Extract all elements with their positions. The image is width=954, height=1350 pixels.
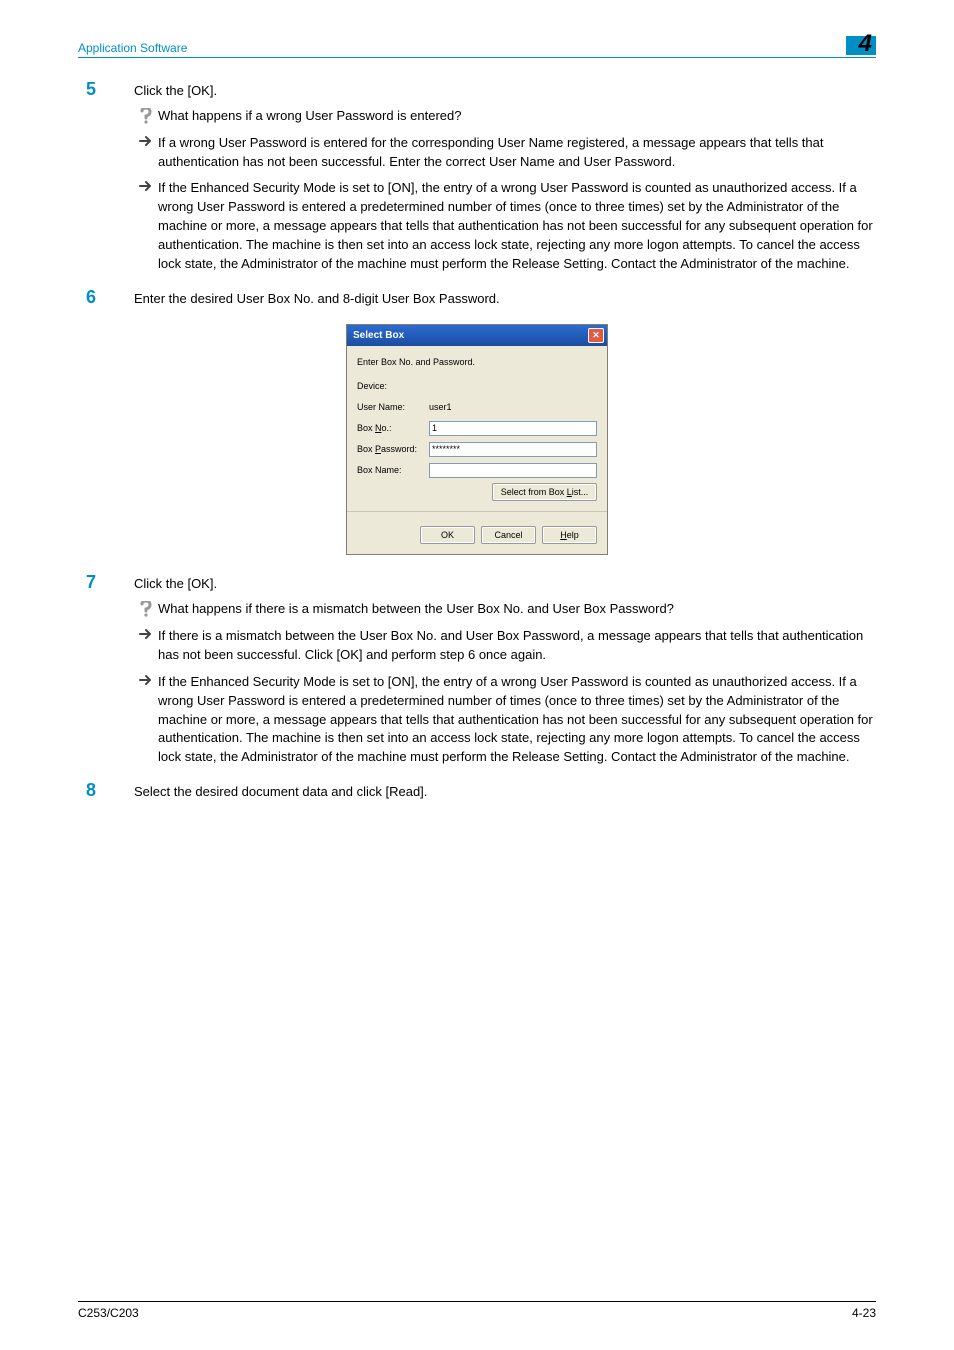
page-footer: C253/C203 4-23 <box>78 1301 876 1320</box>
dialog-title: Select Box <box>353 330 404 341</box>
box-name-input[interactable] <box>429 463 597 478</box>
box-no-input[interactable] <box>429 421 597 436</box>
footer-left: C253/C203 <box>78 1306 139 1320</box>
chapter-badge: 4 <box>846 36 876 55</box>
divider <box>347 511 607 512</box>
question-icon <box>134 107 158 124</box>
cancel-button[interactable]: Cancel <box>481 526 536 544</box>
step-text: Enter the desired User Box No. and 8-dig… <box>134 288 876 309</box>
step-text: Select the desired document data and cli… <box>134 781 876 802</box>
step-8: 8 Select the desired document data and c… <box>78 781 876 808</box>
label-box-no: Box No.: <box>357 423 429 433</box>
label-user-name: User Name: <box>357 402 429 412</box>
arrow-icon <box>134 179 158 192</box>
label-box-password: Box Password: <box>357 444 429 454</box>
section-title: Application Software <box>78 41 187 55</box>
dialog-titlebar: Select Box ✕ <box>347 325 607 346</box>
dialog-intro: Enter Box No. and Password. <box>357 357 475 367</box>
step-text: Click the [OK]. <box>134 573 876 594</box>
answer-text: If a wrong User Password is entered for … <box>158 134 876 172</box>
step-number: 7 <box>78 573 134 591</box>
question-text: What happens if there is a mismatch betw… <box>158 600 876 619</box>
chapter-number: 4 <box>859 30 872 58</box>
label-device: Device: <box>357 381 429 391</box>
select-from-box-list-button[interactable]: Select from Box List... <box>492 483 597 501</box>
answer-text: If the Enhanced Security Mode is set to … <box>158 179 876 273</box>
arrow-icon <box>134 627 158 640</box>
step-7: 7 Click the [OK]. What happens if there … <box>78 573 876 775</box>
arrow-icon <box>134 134 158 147</box>
close-icon[interactable]: ✕ <box>588 328 604 343</box>
step-6: 6 Enter the desired User Box No. and 8-d… <box>78 288 876 315</box>
arrow-icon <box>134 673 158 686</box>
step-number: 8 <box>78 781 134 799</box>
answer-text: If there is a mismatch between the User … <box>158 627 876 665</box>
select-box-dialog: Select Box ✕ Enter Box No. and Password.… <box>346 324 608 555</box>
step-number: 6 <box>78 288 134 306</box>
question-text: What happens if a wrong User Password is… <box>158 107 876 126</box>
label-box-name: Box Name: <box>357 465 429 475</box>
step-number: 5 <box>78 80 134 98</box>
box-password-input[interactable] <box>429 442 597 457</box>
footer-right: 4-23 <box>852 1306 876 1320</box>
answer-text: If the Enhanced Security Mode is set to … <box>158 673 876 767</box>
value-user-name: user1 <box>429 402 597 412</box>
page-header: Application Software 4 <box>78 36 876 58</box>
step-5: 5 Click the [OK]. What happens if a wron… <box>78 80 876 282</box>
question-icon <box>134 600 158 617</box>
step-text: Click the [OK]. <box>134 80 876 101</box>
ok-button[interactable]: OK <box>420 526 475 544</box>
help-button[interactable]: Help <box>542 526 597 544</box>
